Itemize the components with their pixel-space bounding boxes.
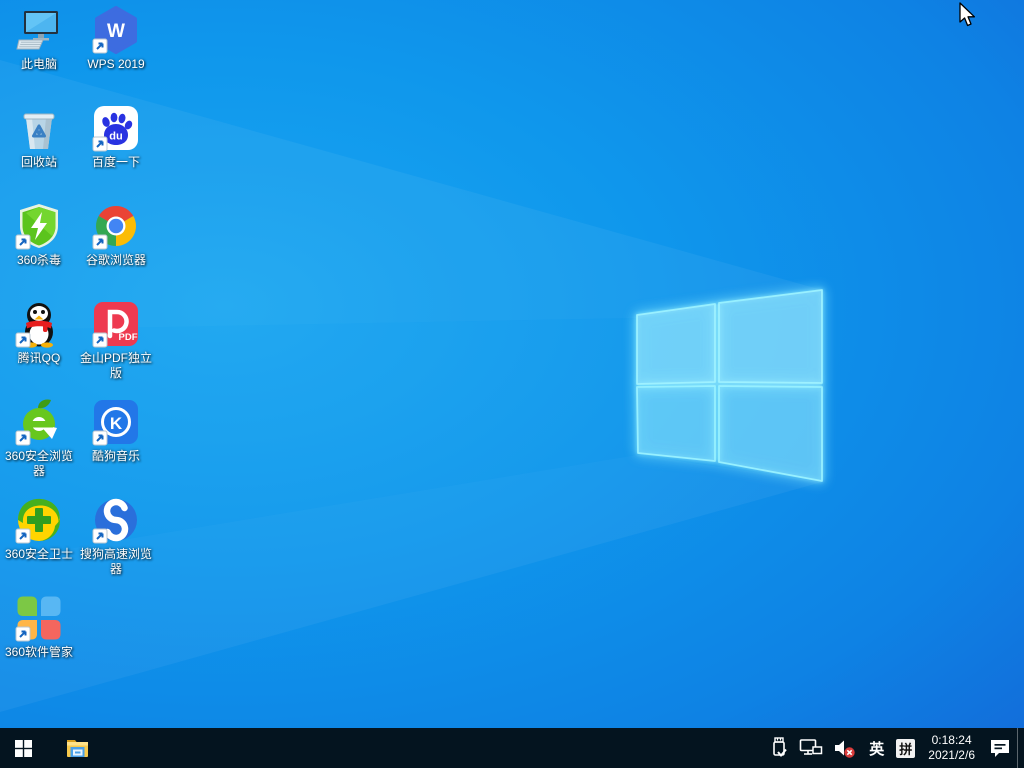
360-safeguard-icon [15, 496, 63, 544]
desktop-icon-label: 金山PDF独立版 [77, 351, 155, 381]
svg-text:PDF: PDF [119, 332, 138, 343]
sogou-browser-icon [92, 496, 140, 544]
desktop-icon-360-safeguard[interactable]: 360安全卫士 [0, 496, 78, 562]
desktop-icon-label: 百度一下 [77, 155, 155, 170]
desktop-icon-label: 360安全浏览器 [0, 449, 78, 479]
desktop-icon-this-pc[interactable]: 此电脑 [0, 6, 78, 72]
kugou-music-icon: K [92, 398, 140, 446]
desktop-icon-label: 回收站 [0, 155, 78, 170]
desktop-icon-label: 酷狗音乐 [77, 449, 155, 464]
volume-muted-icon [833, 736, 857, 760]
desktop-icon-label: 360安全卫士 [0, 547, 78, 562]
usb-device-icon [769, 736, 789, 760]
desktop-icon-label: 360杀毒 [0, 253, 78, 268]
svg-text:du: du [109, 131, 122, 143]
wps-2019-icon: W [92, 6, 140, 54]
wired-network-icon [799, 736, 823, 760]
desktop-icon-baidu[interactable]: du 百度一下 [77, 104, 155, 170]
desktop-icon-tencent-qq[interactable]: 腾讯QQ [0, 300, 78, 366]
desktop-icon-sogou-browser[interactable]: 搜狗高速浏览器 [77, 496, 155, 577]
ime-language-button[interactable]: 英 [862, 728, 891, 768]
desktop-icon-label: 此电脑 [0, 57, 78, 72]
clock-date: 2021/2/6 [928, 748, 975, 763]
ime-pinyin-icon: 拼 [896, 739, 915, 758]
baidu-icon: du [92, 104, 140, 152]
desktop-icon-chrome[interactable]: 谷歌浏览器 [77, 202, 155, 268]
chrome-icon [92, 202, 140, 250]
360-antivirus-icon [15, 202, 63, 250]
svg-text:W: W [107, 21, 125, 42]
desktop-icon-360-secure-browser[interactable]: 360安全浏览器 [0, 398, 78, 479]
recycle-bin-icon [15, 104, 63, 152]
start-button[interactable] [0, 728, 46, 768]
svg-text:K: K [110, 414, 123, 433]
desktop-icon-kugou-music[interactable]: K 酷狗音乐 [77, 398, 155, 464]
volume-tray-button[interactable] [828, 728, 862, 768]
system-tray: 英 拼 0:18:24 2021/2/6 [764, 728, 1024, 768]
windows-start-icon [15, 740, 32, 757]
taskbar: 英 拼 0:18:24 2021/2/6 [0, 728, 1024, 768]
network-tray-button[interactable] [794, 728, 828, 768]
desktop-icon-label: 360软件管家 [0, 645, 78, 660]
360-secure-browser-icon [15, 398, 63, 446]
desktop-icon-wps-2019[interactable]: W WPS 2019 [77, 6, 155, 72]
desktop-icon-label: 搜狗高速浏览器 [77, 547, 155, 577]
taskbar-clock[interactable]: 0:18:24 2021/2/6 [920, 728, 983, 768]
desktop-icon-label: 谷歌浏览器 [77, 253, 155, 268]
desktop-icon-recycle-bin[interactable]: 回收站 [0, 104, 78, 170]
desktop-icon-360-antivirus[interactable]: 360杀毒 [0, 202, 78, 268]
windows-desktop: 此电脑 W WPS 2019 回收站 [0, 0, 1024, 768]
show-desktop-button[interactable] [1017, 728, 1024, 768]
desktop-icon-kingsoft-pdf[interactable]: PDF 金山PDF独立版 [77, 300, 155, 381]
kingsoft-pdf-icon: PDF [92, 300, 140, 348]
ime-mode-button[interactable]: 拼 [891, 728, 920, 768]
action-center-button[interactable] [983, 728, 1017, 768]
tencent-qq-icon [15, 300, 63, 348]
file-explorer-icon [65, 737, 90, 759]
desktop-icon-label: 腾讯QQ [0, 351, 78, 366]
desktop-icon-label: WPS 2019 [77, 57, 155, 72]
desktop-icon-360-software-manager[interactable]: 360软件管家 [0, 594, 78, 660]
this-pc-icon [15, 6, 63, 54]
clock-time: 0:18:24 [932, 733, 972, 748]
usb-tray-button[interactable] [764, 728, 794, 768]
action-center-icon [988, 736, 1012, 760]
360-software-manager-icon [15, 594, 63, 642]
file-explorer-button[interactable] [54, 728, 100, 768]
